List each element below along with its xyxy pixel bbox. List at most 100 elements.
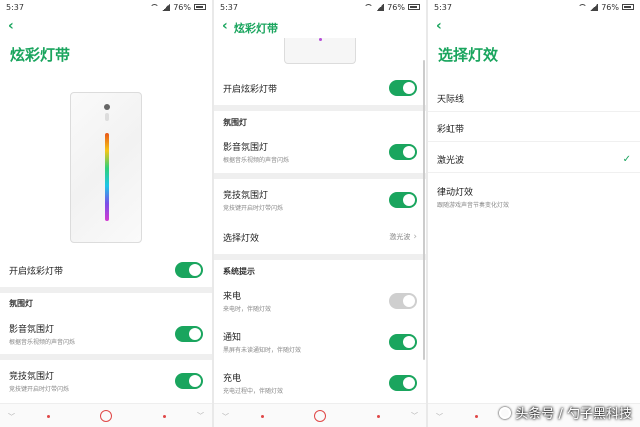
battery-icon: [408, 4, 420, 10]
media-ambient-row[interactable]: 影音氛围灯 根据音乐视频的声音闪烁: [0, 320, 212, 348]
section-divider: [214, 254, 426, 260]
chevron-right-icon: ›: [413, 232, 417, 242]
watermark-text: 头条号 / 勺子黑科技: [515, 407, 632, 422]
media-ambient-toggle[interactable]: [389, 144, 417, 160]
charging-label: 充电: [223, 374, 242, 384]
incoming-call-desc: 来电时，伴随灯效: [223, 306, 272, 313]
home-icon[interactable]: [100, 410, 112, 422]
notification-label: 通知: [223, 333, 242, 343]
media-ambient-desc: 根据音乐视频的声音闪烁: [9, 339, 76, 346]
scrollbar[interactable]: [423, 60, 425, 360]
select-effect-value: 激光波: [389, 233, 411, 241]
enable-lightstrip-label: 开启炫彩灯带: [223, 84, 278, 95]
wifi-icon: [364, 4, 374, 10]
media-ambient-desc: 根据音乐视频的声音闪烁: [223, 157, 290, 164]
signal-icon: [162, 3, 171, 11]
status-time: 5:37: [6, 2, 24, 12]
media-ambient-toggle[interactable]: [175, 326, 203, 342]
game-ambient-desc: 竞技键开启时灯带闪烁: [9, 386, 70, 393]
signal-icon: [376, 3, 385, 11]
effect-option-label: 律动灯效: [437, 188, 474, 198]
effect-option-desc: 跟随游戏声音节奏变化灯效: [437, 202, 510, 209]
effect-option-skyline[interactable]: 天际线: [428, 86, 640, 112]
watermark-logo-icon: [499, 406, 512, 419]
navigation-bar: ﹀ ﹀: [0, 403, 212, 427]
rainbow-light-strip: [105, 133, 109, 221]
signal-icon: [590, 3, 599, 11]
select-effect-row[interactable]: 选择灯效 激光波 ›: [214, 226, 426, 248]
select-effect-label: 选择灯效: [223, 233, 260, 244]
section-divider: [214, 105, 426, 111]
nav-menu-icon[interactable]: ﹀: [436, 412, 443, 422]
game-ambient-label: 竞技氛围灯: [9, 372, 55, 382]
incoming-call-toggle[interactable]: [389, 293, 417, 309]
enable-lightstrip-label: 开启炫彩灯带: [9, 266, 64, 277]
notification-toggle[interactable]: [389, 334, 417, 350]
battery-percent: 76%: [387, 2, 405, 12]
effect-option-label: 彩虹带: [437, 125, 465, 135]
nav-back-dot[interactable]: [47, 415, 50, 418]
phone-preview-image: [70, 92, 142, 243]
status-time: 5:37: [434, 2, 452, 12]
light-dot-graphic: [319, 38, 322, 41]
back-arrow-icon[interactable]: ‹: [222, 19, 228, 33]
media-ambient-label: 影音氛围灯: [223, 143, 269, 153]
check-icon: ✓: [622, 154, 631, 165]
incoming-call-row[interactable]: 来电 来电时，伴随灯效: [214, 287, 426, 315]
media-ambient-label: 影音氛围灯: [9, 325, 55, 335]
game-ambient-label: 竞技氛围灯: [223, 191, 269, 201]
enable-lightstrip-toggle[interactable]: [389, 80, 417, 96]
game-ambient-desc: 竞技键开启时灯带闪烁: [223, 205, 284, 212]
charging-toggle[interactable]: [389, 375, 417, 391]
enable-lightstrip-toggle[interactable]: [175, 262, 203, 278]
nav-menu-icon[interactable]: ﹀: [8, 412, 15, 422]
section-divider: [214, 173, 426, 179]
camera-graphic: [104, 104, 110, 110]
select-effect-panel: 5:37 76% ‹ 选择灯效 天际线 彩虹带 激光波 ✓ 律动灯效 跟随游戏声…: [428, 0, 640, 427]
nav-back-dot[interactable]: [261, 415, 264, 418]
effect-option-label: 激光波: [437, 156, 465, 166]
notification-row[interactable]: 通知 黑屏有未读通知时，伴随灯效: [214, 328, 426, 356]
effect-option-label: 天际线: [437, 95, 465, 105]
enable-lightstrip-row[interactable]: 开启炫彩灯带: [214, 77, 426, 99]
nav-recent-dot[interactable]: [163, 415, 166, 418]
effect-option-rhythm[interactable]: 律动灯效 跟随游戏声音节奏变化灯效: [428, 180, 640, 214]
battery-percent: 76%: [601, 2, 619, 12]
battery-icon: [622, 4, 634, 10]
incoming-call-label: 来电: [223, 292, 242, 302]
enable-lightstrip-row[interactable]: 开启炫彩灯带: [0, 259, 212, 281]
nav-extra-icon[interactable]: ﹀: [197, 411, 204, 421]
media-ambient-row[interactable]: 影音氛围灯 根据音乐视频的声音闪烁: [214, 138, 426, 166]
charging-row[interactable]: 充电 充电过程中，伴随灯效: [214, 369, 426, 397]
settings-panel-lightstrip-scrolled: 5:37 76% ‹ 炫彩灯带 开启炫彩灯带 氛围灯 影音氛围灯 根据音乐视频的…: [214, 0, 426, 427]
battery-icon: [194, 4, 206, 10]
game-ambient-toggle[interactable]: [175, 373, 203, 389]
page-title: 炫彩灯带: [234, 22, 278, 35]
nav-recent-dot[interactable]: [377, 415, 380, 418]
game-ambient-row[interactable]: 竞技氛围灯 竞技键开启时灯带闪烁: [0, 367, 212, 395]
back-arrow-icon[interactable]: ‹: [8, 19, 14, 33]
wifi-icon: [578, 4, 588, 10]
game-ambient-row[interactable]: 竞技氛围灯 竞技键开启时灯带闪烁: [214, 186, 426, 214]
settings-panel-lightstrip: 5:37 76% ‹ 炫彩灯带 开启炫彩灯带 氛围灯 影音氛围灯 根据音乐视频的…: [0, 0, 212, 427]
notification-desc: 黑屏有未读通知时，伴随灯效: [223, 347, 302, 354]
watermark: 头条号 / 勺子黑科技: [499, 403, 632, 422]
nav-extra-icon[interactable]: ﹀: [411, 411, 418, 421]
back-arrow-icon[interactable]: ‹: [436, 19, 442, 33]
section-header-ambient: 氛围灯: [9, 299, 33, 308]
sensor-graphic: [105, 113, 109, 121]
nav-menu-icon[interactable]: ﹀: [222, 412, 229, 422]
effect-option-rainbow[interactable]: 彩虹带: [428, 116, 640, 142]
battery-percent: 76%: [173, 2, 191, 12]
game-ambient-toggle[interactable]: [389, 192, 417, 208]
section-header-system: 系统提示: [223, 267, 255, 276]
status-time: 5:37: [220, 2, 238, 12]
home-icon[interactable]: [314, 410, 326, 422]
charging-desc: 充电过程中，伴随灯效: [223, 388, 284, 395]
page-title: 选择灯效: [438, 46, 499, 64]
section-divider: [0, 287, 212, 293]
effect-option-laser[interactable]: 激光波 ✓: [428, 147, 640, 173]
nav-back-dot[interactable]: [475, 415, 478, 418]
page-title: 炫彩灯带: [10, 46, 71, 64]
status-bar: 5:37 76%: [214, 0, 426, 14]
